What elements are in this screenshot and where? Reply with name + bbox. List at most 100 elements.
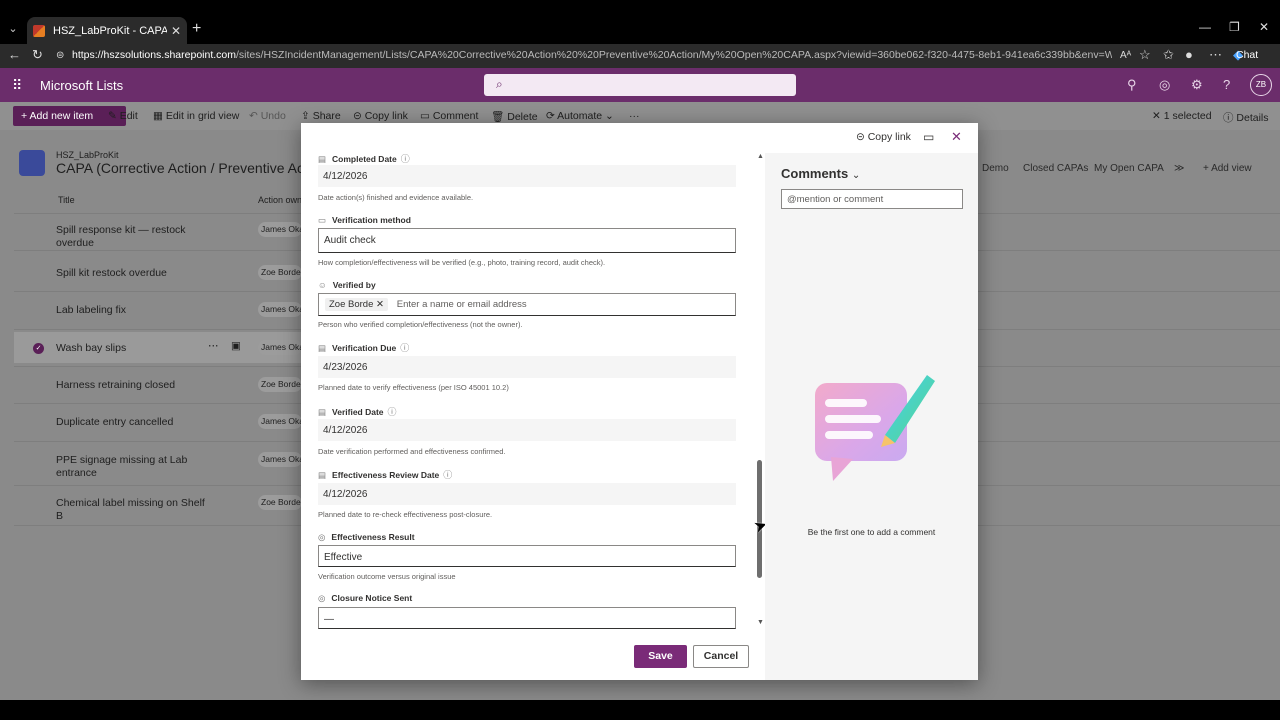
- details-button[interactable]: ⓘ Details: [1223, 110, 1269, 125]
- comments-toggle-icon[interactable]: ▭: [923, 130, 934, 144]
- share-button[interactable]: ⇪ Share: [301, 110, 341, 122]
- list-item-title[interactable]: Spill response kit — restock overdue: [56, 224, 206, 249]
- close-window-icon[interactable]: ✕: [1259, 20, 1269, 34]
- info-icon[interactable]: ⓘ: [401, 154, 410, 164]
- scroll-down-arrow-icon[interactable]: ▼: [757, 619, 764, 626]
- favorites-icon[interactable]: ✩: [1163, 47, 1174, 63]
- closure-notice-sent-field[interactable]: —: [318, 607, 736, 629]
- owner-pill: Zoe Borde: [258, 265, 302, 280]
- automate-button[interactable]: ⟳ Automate ⌄: [546, 110, 614, 122]
- view-tab-my-open[interactable]: My Open CAPA: [1094, 163, 1164, 174]
- list-item-title[interactable]: Lab labeling fix: [56, 304, 206, 317]
- edit-item-dialog: ⊝ Copy link ▭ ✕ ▤ Completed Date ⓘ 4/12/20…: [301, 123, 978, 680]
- close-icon[interactable]: ✕: [951, 129, 962, 145]
- add-view-label: Add view: [1211, 163, 1252, 174]
- help-icon[interactable]: ?: [1223, 77, 1230, 92]
- verified-date-field[interactable]: 4/12/2026: [318, 419, 736, 441]
- app-name[interactable]: Microsoft Lists: [40, 78, 123, 93]
- edit-button[interactable]: ✎ Edit: [108, 110, 138, 122]
- list-item-title[interactable]: Chemical label missing on Shelf B: [56, 497, 206, 522]
- copy-link-button[interactable]: ⊝ Copy link: [353, 110, 408, 122]
- owner-pill: James Okaf: [258, 414, 302, 429]
- share-point-icon[interactable]: ⚲: [1127, 77, 1137, 93]
- owner-pill: Zoe Borde: [258, 377, 302, 392]
- info-icon[interactable]: ⓘ: [400, 343, 409, 353]
- item-form: ▤ Completed Date ⓘ 4/12/2026 Date action(s…: [301, 153, 765, 630]
- search-icon: ⌕: [496, 77, 503, 91]
- search-input[interactable]: ⌕: [484, 74, 796, 96]
- settings-gear-icon[interactable]: ⚙: [1191, 77, 1203, 93]
- owner-pill: James Okaf: [258, 452, 302, 467]
- row-more-icon[interactable]: ⋯: [208, 340, 219, 352]
- close-tab-icon[interactable]: ✕: [171, 24, 181, 38]
- undo-button[interactable]: ↶ Undo: [249, 110, 286, 122]
- effectiveness-result-field[interactable]: Effective: [318, 545, 736, 567]
- verification-method-help: How completion/effectiveness will be ver…: [318, 258, 606, 267]
- person-chip[interactable]: Zoe Borde ✕: [325, 298, 388, 311]
- back-icon[interactable]: ←: [8, 47, 21, 62]
- remove-person-icon[interactable]: ✕: [376, 299, 384, 310]
- effectiveness-review-date-field[interactable]: 4/12/2026: [318, 483, 736, 505]
- more-commands-button[interactable]: ···: [629, 110, 640, 122]
- notification-icon[interactable]: ◎: [1159, 77, 1170, 93]
- people-picker-placeholder: Enter a name or email address: [396, 299, 527, 310]
- copy-link-label: Copy link: [364, 110, 408, 122]
- add-view-button[interactable]: + Add view: [1203, 163, 1252, 174]
- list-item-title[interactable]: Spill kit restock overdue: [56, 267, 206, 280]
- tab-list-icon[interactable]: ⌄: [4, 20, 22, 38]
- comment-input[interactable]: @mention or comment: [781, 189, 963, 209]
- info-icon[interactable]: ⓘ: [388, 407, 397, 417]
- effectiveness-review-date-help: Planned date to re-check effectiveness p…: [318, 510, 493, 519]
- browser-tab[interactable]: HSZ_LabProKit - CAPA (Corrective ✕: [27, 17, 187, 44]
- delete-button[interactable]: 🗑 Delete: [491, 110, 538, 123]
- verified-by-help: Person who verified completion/effective…: [318, 320, 523, 329]
- verified-by-field[interactable]: Zoe Borde ✕ Enter a name or email addres…: [318, 293, 736, 316]
- dialog-footer: Save Cancel: [301, 630, 765, 680]
- verified-date-label: Verified Date: [332, 407, 384, 417]
- list-item-title[interactable]: Duplicate entry cancelled: [56, 416, 206, 429]
- more-icon[interactable]: ⋯: [1209, 47, 1222, 63]
- comment-button[interactable]: ▭ Comment: [420, 110, 478, 122]
- url-field[interactable]: https://hszsolutions.sharepoint.com/site…: [72, 49, 1112, 61]
- verification-method-field[interactable]: Audit check: [318, 228, 736, 253]
- info-icon[interactable]: ⓘ: [443, 470, 452, 480]
- view-tab-closed[interactable]: Closed CAPAs: [1023, 163, 1088, 174]
- new-tab-icon[interactable]: +: [192, 20, 201, 38]
- view-tab-demo[interactable]: Demo: [982, 163, 1009, 174]
- verification-due-field[interactable]: 4/23/2026: [318, 356, 736, 378]
- minimize-icon[interactable]: —: [1199, 20, 1211, 34]
- row-comment-icon[interactable]: ▣: [231, 340, 241, 352]
- column-header-title[interactable]: Title: [58, 195, 75, 205]
- column-header-owner[interactable]: Action own: [258, 195, 302, 205]
- refresh-icon[interactable]: ↻: [32, 47, 43, 63]
- app-launcher-icon[interactable]: ⠿: [12, 77, 22, 94]
- url-host: https://hszsolutions.sharepoint.com: [72, 49, 237, 61]
- verified-date-help: Date verification performed and effectiv…: [318, 447, 506, 456]
- favorite-star-icon[interactable]: ☆: [1139, 47, 1151, 63]
- site-name[interactable]: HSZ_LabProKit: [56, 150, 119, 160]
- clear-selection-button[interactable]: ✕ 1 selected: [1152, 110, 1212, 122]
- list-item-title[interactable]: Harness retraining closed: [56, 379, 206, 392]
- scroll-up-arrow-icon[interactable]: ▲: [757, 153, 764, 160]
- list-item-title[interactable]: PPE signage missing at Lab entrance: [56, 454, 206, 479]
- list-item-title[interactable]: Wash bay slips: [56, 342, 206, 355]
- calendar-icon: ▤: [318, 407, 327, 417]
- effectiveness-result-help: Verification outcome versus original iss…: [318, 572, 456, 581]
- comments-heading[interactable]: Comments ⌄: [781, 166, 860, 181]
- site-logo[interactable]: [19, 150, 45, 176]
- completed-date-field[interactable]: 4/12/2026: [318, 165, 736, 187]
- profile-icon[interactable]: ●: [1185, 47, 1193, 62]
- row-selected-check-icon[interactable]: ✓: [33, 343, 44, 354]
- maximize-icon[interactable]: ❐: [1229, 20, 1240, 34]
- more-views-icon[interactable]: ≫: [1174, 163, 1184, 174]
- dialog-copy-link-button[interactable]: ⊝ Copy link: [856, 131, 911, 143]
- read-aloud-icon[interactable]: Aᴬ: [1120, 50, 1131, 61]
- suite-bar: ⠿ Microsoft Lists ⌕ ⚲ ◎ ⚙ ? ZB: [0, 68, 1280, 102]
- chat-label[interactable]: Chat: [1236, 49, 1258, 61]
- site-info-icon[interactable]: ⊜: [56, 50, 64, 61]
- avatar[interactable]: ZB: [1250, 74, 1272, 96]
- save-button[interactable]: Save: [634, 645, 687, 668]
- cancel-button[interactable]: Cancel: [693, 645, 749, 668]
- edit-grid-button[interactable]: ▦ Edit in grid view: [153, 110, 239, 122]
- owner-pill: Zoe Borde: [258, 495, 302, 510]
